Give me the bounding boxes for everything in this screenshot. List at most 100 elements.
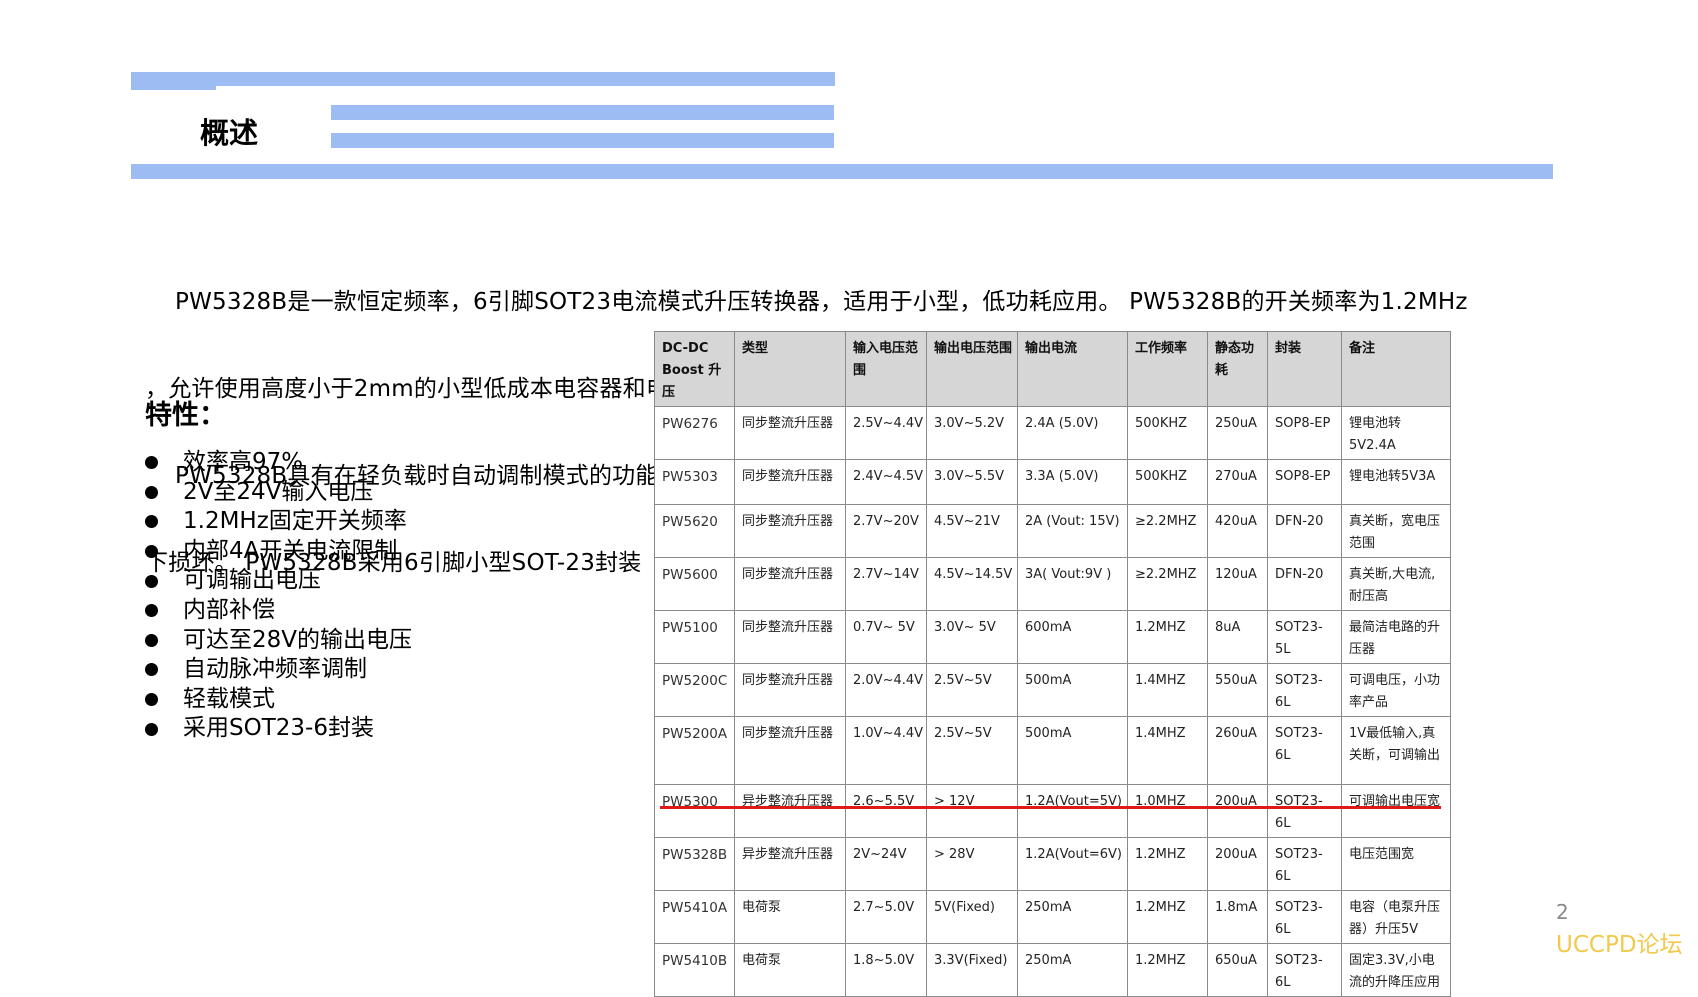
boost-converter-table: DC-DC Boost 升压 类型 输入电压范围 输出电压范围 输出电流 工作频… xyxy=(654,331,1451,997)
model-cell: PW5600 xyxy=(654,557,735,611)
table-cell: 200uA xyxy=(1207,837,1268,891)
model-cell: PW5328B xyxy=(654,837,735,891)
model-cell: PW6276 xyxy=(654,406,735,460)
table-cell: 锂电池转5V2.4A xyxy=(1341,406,1451,460)
table-cell: SOT23-6L xyxy=(1267,716,1342,785)
table-header-cell: 输入电压范围 xyxy=(845,331,927,407)
bullet-icon xyxy=(145,693,158,707)
table-cell: > 12V xyxy=(926,784,1018,838)
model-cell: PW5200C xyxy=(654,663,735,717)
table-cell: 2.5V~5V xyxy=(926,716,1018,785)
table-cell: 500mA xyxy=(1017,716,1128,785)
table-cell: SOP8-EP xyxy=(1267,459,1342,505)
table-header-cell: 类型 xyxy=(734,331,846,407)
features-title: 特性： xyxy=(145,400,226,431)
table-cell: 1.2MHZ xyxy=(1127,837,1208,891)
table-cell: 2.5V~4.4V xyxy=(845,406,927,460)
table-cell: 同步整流升压器 xyxy=(734,406,846,460)
table-row: PW5300 异步整流升压器 2.6~5.5V > 12V 1.2A(Vout=5V) 1… xyxy=(654,784,1451,838)
feature-text: 自动脉冲频率调制 xyxy=(183,656,367,683)
model-cell: PW5303 xyxy=(654,459,735,505)
table-cell: SOP8-EP xyxy=(1267,406,1342,460)
table-header-cell: 工作频率 xyxy=(1127,331,1208,407)
feature-item: 1.2MHz固定开关频率 xyxy=(145,507,412,537)
bullet-icon xyxy=(145,633,158,647)
model-cell: PW5300 xyxy=(654,784,735,838)
table-header-row: DC-DC Boost 升压 类型 输入电压范围 输出电压范围 输出电流 工作频… xyxy=(654,331,1451,407)
table-cell: 锂电池转5V3A xyxy=(1341,459,1451,505)
bullet-icon xyxy=(145,574,158,588)
table-cell: 5V(Fixed) xyxy=(926,890,1018,944)
table-cell: SOT23-5L xyxy=(1267,610,1342,664)
table-cell: 2A (Vout: 15V) xyxy=(1017,504,1128,558)
table-cell: 600mA xyxy=(1017,610,1128,664)
table-cell: 1.8mA xyxy=(1207,890,1268,944)
bullet-icon xyxy=(145,485,158,499)
table-header-cell: 备注 xyxy=(1341,331,1451,407)
table-header-cell: 输出电压范围 xyxy=(926,331,1018,407)
table-cell: ≥2.2MHZ xyxy=(1127,504,1208,558)
table-row: PW5303 同步整流升压器 2.4V~4.5V 3.0V~5.5V 3.3A (5.0… xyxy=(654,459,1451,505)
table-cell: 电容（电泵升压器）升压5V xyxy=(1341,890,1451,944)
feature-text: 轻载模式 xyxy=(183,685,275,712)
table-cell: 电荷泵 xyxy=(734,943,846,997)
table-cell: 650uA xyxy=(1207,943,1268,997)
table-cell: 同步整流升压器 xyxy=(734,663,846,717)
table-cell: 1.2MHZ xyxy=(1127,943,1208,997)
table-cell: 2V~24V xyxy=(845,837,927,891)
table-cell: 同步整流升压器 xyxy=(734,504,846,558)
table-cell: 200uA xyxy=(1207,784,1268,838)
table-cell: 1.4MHZ xyxy=(1127,663,1208,717)
table-cell: 4.5V~14.5V xyxy=(926,557,1018,611)
table-cell: 同步整流升压器 xyxy=(734,716,846,785)
feature-item: 轻载模式 xyxy=(145,685,412,715)
highlight-underline xyxy=(660,806,1441,809)
table-header-cell: 输出电流 xyxy=(1017,331,1128,407)
model-cell: PW5100 xyxy=(654,610,735,664)
table-cell: DFN-20 xyxy=(1267,504,1342,558)
table-cell: 1.8~5.0V xyxy=(845,943,927,997)
table-cell: SOT23-6L xyxy=(1267,837,1342,891)
feature-text: 采用SOT23-6封装 xyxy=(183,715,374,742)
table-cell: 2.7V~14V xyxy=(845,557,927,611)
table-cell: 120uA xyxy=(1207,557,1268,611)
table-cell: 1.2A(Vout=6V) xyxy=(1017,837,1128,891)
table-header-cell: 静态功耗 xyxy=(1207,331,1268,407)
table-header-cell: DC-DC Boost 升压 xyxy=(654,331,735,407)
table-cell: SOT23-6L xyxy=(1267,663,1342,717)
feature-item: 采用SOT23-6封装 xyxy=(145,714,412,744)
header-bar-mid-1 xyxy=(331,105,834,120)
bullet-icon xyxy=(145,722,158,736)
table-cell: 2.6~5.5V xyxy=(845,784,927,838)
table-cell: 1V最低输入,真关断，可调输出 xyxy=(1341,716,1451,785)
table-cell: 1.0MHZ xyxy=(1127,784,1208,838)
table-cell: 2.4V~4.5V xyxy=(845,459,927,505)
table-cell: 可调电压，小功率产品 xyxy=(1341,663,1451,717)
table-row: PW5600 同步整流升压器 2.7V~14V 4.5V~14.5V 3A( Vout:… xyxy=(654,557,1451,611)
table-cell: 2.0V~4.4V xyxy=(845,663,927,717)
table-cell: SOT23-6L xyxy=(1267,943,1342,997)
bullet-icon xyxy=(145,456,158,470)
table-cell: 真关断,大电流,耐压高 xyxy=(1341,557,1451,611)
watermark-text: UCCPD论坛 xyxy=(1556,932,1683,958)
table-cell: SOT23-6L xyxy=(1267,784,1342,838)
table-cell: 电压范围宽 xyxy=(1341,837,1451,891)
intro-line: PW5328B是一款恒定频率，6引脚SOT23电流模式升压转换器，适用于小型，低… xyxy=(145,289,1468,315)
table-cell: 250uA xyxy=(1207,406,1268,460)
table-row: PW5410B 电荷泵 1.8~5.0V 3.3V(Fixed) 250mA 1.2MHZ… xyxy=(654,943,1451,997)
table-cell: 8uA xyxy=(1207,610,1268,664)
table-cell: 1.4MHZ xyxy=(1127,716,1208,785)
table-cell: 2.4A (5.0V) xyxy=(1017,406,1128,460)
page-title: 概述 xyxy=(200,116,259,150)
table-row: PW5200C 同步整流升压器 2.0V~4.4V 2.5V~5V 500mA 1.4MH… xyxy=(654,663,1451,717)
table-cell: 固定3.3V,小电流的升降压应用 xyxy=(1341,943,1451,997)
table-cell: 1.2MHZ xyxy=(1127,890,1208,944)
feature-text: 可达至28V的输出电压 xyxy=(183,626,413,653)
bullet-icon xyxy=(145,663,158,677)
header-bar-top xyxy=(131,72,835,86)
feature-item: 自动脉冲频率调制 xyxy=(145,655,412,685)
table-header-cell: 封装 xyxy=(1267,331,1342,407)
table-cell: 同步整流升压器 xyxy=(734,459,846,505)
table-cell: 500mA xyxy=(1017,663,1128,717)
model-cell: PW5200A xyxy=(654,716,735,785)
